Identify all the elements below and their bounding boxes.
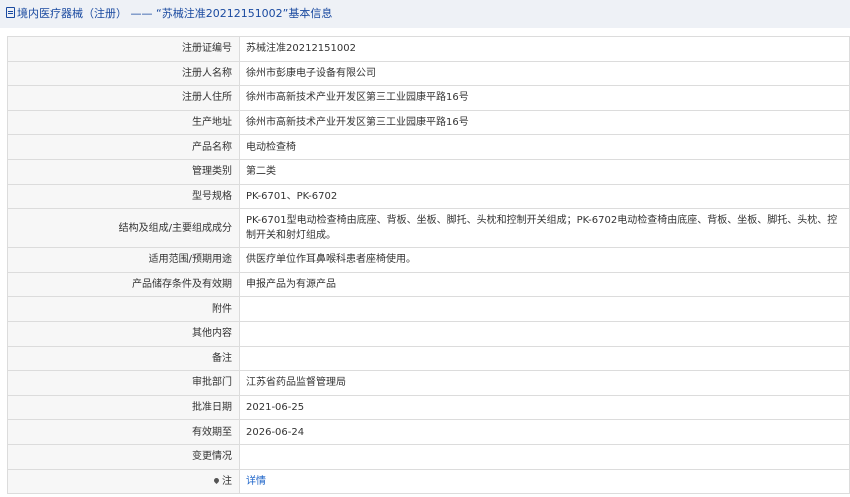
- row-label: 管理类别: [7, 158, 240, 185]
- table-row: 其他内容: [7, 320, 850, 347]
- table-row: 注册人住所 徐州市高新技术产业开发区第三工业园康平路16号: [7, 85, 850, 111]
- row-value: PK-6701型电动检查椅由底座、背板、坐板、脚托、头枕和控制开关组成；PK-6…: [239, 208, 850, 249]
- row-value: [239, 345, 850, 372]
- row-label: 注册人住所: [7, 85, 240, 111]
- row-label: 其他内容: [7, 320, 240, 347]
- table-row: 审批部门 江苏省药品监督管理局: [7, 370, 850, 396]
- row-value: 2021-06-25: [239, 394, 850, 421]
- table-row: 批准日期 2021-06-25: [7, 394, 850, 421]
- row-label: 产品名称: [7, 134, 240, 160]
- table-row: 备注: [7, 345, 850, 372]
- row-value: 苏械注准20212151002: [239, 36, 850, 62]
- row-label: 注册证编号: [7, 36, 240, 62]
- row-label: 附件: [7, 296, 240, 322]
- row-label: 产品储存条件及有效期: [7, 271, 240, 298]
- row-value: [239, 443, 850, 470]
- table-row: 结构及组成/主要组成成分 PK-6701型电动检查椅由底座、背板、坐板、脚托、头…: [7, 208, 850, 249]
- document-icon: [6, 7, 15, 18]
- row-value: PK-6701、PK-6702: [239, 183, 850, 210]
- row-label: 有效期至: [7, 419, 240, 445]
- table-row: 附件: [7, 296, 850, 322]
- table-row: 产品储存条件及有效期 申报产品为有源产品: [7, 271, 850, 298]
- table-row: 注册证编号 苏械注准20212151002: [7, 36, 850, 62]
- table-row: 管理类别 第二类: [7, 158, 850, 185]
- table-row: 型号规格 PK-6701、PK-6702: [7, 183, 850, 210]
- note-label-cell: 注: [7, 468, 240, 495]
- pin-icon: [212, 476, 221, 484]
- info-table: 注册证编号 苏械注准20212151002 注册人名称 徐州市彭康电子设备有限公…: [7, 36, 850, 495]
- row-value: [239, 320, 850, 347]
- table-row: 注 详情: [7, 468, 850, 495]
- row-value: 电动检查椅: [239, 134, 850, 160]
- row-label: 变更情况: [7, 443, 240, 470]
- table-row: 注册人名称 徐州市彭康电子设备有限公司: [7, 60, 850, 87]
- row-value: 申报产品为有源产品: [239, 271, 850, 298]
- row-value: 徐州市高新技术产业开发区第三工业园康平路16号: [239, 85, 850, 111]
- row-label: 结构及组成/主要组成成分: [7, 208, 240, 249]
- table-row: 生产地址 徐州市高新技术产业开发区第三工业园康平路16号: [7, 109, 850, 136]
- row-label: 型号规格: [7, 183, 240, 210]
- details-link[interactable]: 详情: [246, 476, 266, 487]
- row-value: 江苏省药品监督管理局: [239, 370, 850, 396]
- table-row: 有效期至 2026-06-24: [7, 419, 850, 445]
- table-row: 变更情况: [7, 443, 850, 470]
- note-label: 注: [222, 475, 232, 487]
- table-row: 适用范围/预期用途 供医疗单位作耳鼻喉科患者座椅使用。: [7, 247, 850, 273]
- row-value: 徐州市彭康电子设备有限公司: [239, 60, 850, 87]
- page-header: 境内医疗器械（注册） —— “苏械注准20212151002”基本信息: [0, 0, 850, 28]
- row-label: 生产地址: [7, 109, 240, 136]
- row-label: 适用范围/预期用途: [7, 247, 240, 273]
- header-separator: ——: [130, 7, 153, 20]
- row-value: 徐州市高新技术产业开发区第三工业园康平路16号: [239, 109, 850, 136]
- note-value-cell: 详情: [239, 468, 850, 495]
- info-table-container: 注册证编号 苏械注准20212151002 注册人名称 徐州市彭康电子设备有限公…: [0, 28, 850, 495]
- row-label: 批准日期: [7, 394, 240, 421]
- header-title: 境内医疗器械（注册）: [17, 7, 127, 20]
- row-value: [239, 296, 850, 322]
- row-value: 第二类: [239, 158, 850, 185]
- row-label: 备注: [7, 345, 240, 372]
- row-value: 2026-06-24: [239, 419, 850, 445]
- row-label: 审批部门: [7, 370, 240, 396]
- table-row: 产品名称 电动检查椅: [7, 134, 850, 160]
- row-value: 供医疗单位作耳鼻喉科患者座椅使用。: [239, 247, 850, 273]
- row-label: 注册人名称: [7, 60, 240, 87]
- header-subtitle: “苏械注准20212151002”基本信息: [156, 7, 333, 20]
